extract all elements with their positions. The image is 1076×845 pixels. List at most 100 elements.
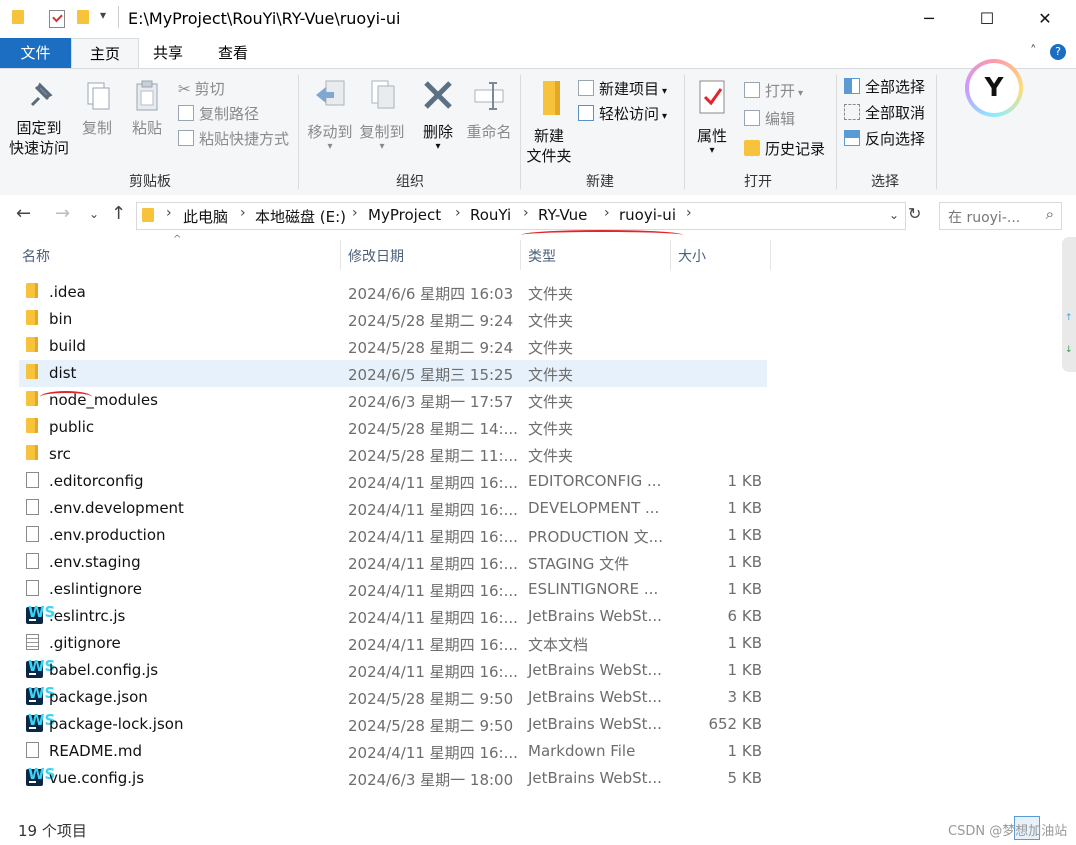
column-name[interactable]: 名称	[22, 246, 50, 266]
tab-view[interactable]: 查看	[199, 38, 267, 68]
history-button[interactable]: 历史记录	[744, 137, 825, 161]
breadcrumb-rouyi[interactable]: RouYi	[470, 206, 511, 224]
tab-share[interactable]: 共享	[137, 38, 199, 68]
move-to-icon	[316, 80, 345, 106]
scroll-up-icon[interactable]: ↑	[1065, 313, 1073, 323]
breadcrumb-ruoyi-ui[interactable]: ruoyi-ui	[619, 206, 676, 224]
file-icon	[26, 580, 39, 596]
chevron-right-icon[interactable]: ›	[604, 205, 610, 221]
address-history-chevron-icon[interactable]: ⌄	[889, 208, 899, 222]
scroll-down-icon[interactable]: ↓	[1065, 345, 1073, 355]
file-row[interactable]: WS babel.config.js 2024/4/11 星期四 16:... Jet…	[19, 657, 767, 684]
edit-button[interactable]: 编辑	[744, 107, 795, 131]
file-date: 2024/5/28 星期二 9:50	[348, 717, 514, 735]
select-none-button[interactable]: 全部取消	[844, 101, 925, 125]
file-row[interactable]: .gitignore 2024/4/11 星期四 16:... 文本文档 1 KB	[19, 630, 767, 657]
paste-shortcut-button[interactable]: 粘贴快捷方式	[178, 127, 289, 151]
move-to-button[interactable]: 移动到 ▾	[304, 77, 356, 152]
open-button[interactable]: 打开 ▾	[744, 79, 803, 103]
minimize-button[interactable]: ─	[900, 0, 958, 38]
file-row[interactable]: WS vue.config.js 2024/6/3 星期一 18:00 JetBrai…	[19, 765, 767, 792]
file-row[interactable]: .env.staging 2024/4/11 星期四 16:... STAGING …	[19, 549, 767, 576]
file-type: JetBrains WebSt...	[528, 715, 662, 733]
file-row[interactable]: .env.development 2024/4/11 星期四 16:... DEVE…	[19, 495, 767, 522]
help-icon[interactable]: ?	[1050, 44, 1066, 60]
select-all-label: 全部选择	[865, 78, 926, 96]
customize-toolbar-icon[interactable]: ▾	[100, 8, 106, 22]
folder-icon	[26, 364, 38, 379]
column-size[interactable]: 大小	[678, 246, 706, 266]
paste-button[interactable]: 粘贴	[126, 79, 168, 138]
maximize-button[interactable]: ☐	[958, 0, 1016, 38]
file-row[interactable]: WS package-lock.json 2024/5/28 星期二 9:50 Jet…	[19, 711, 767, 738]
file-row[interactable]: WS .eslintrc.js 2024/4/11 星期四 16:... JetBra…	[19, 603, 767, 630]
chevron-right-icon[interactable]: ›	[523, 205, 529, 221]
tab-home[interactable]: 主页	[71, 38, 139, 70]
delete-button[interactable]: 删除 ▾	[416, 77, 460, 152]
breadcrumb-myproject[interactable]: MyProject	[368, 206, 441, 224]
collapse-ribbon-icon[interactable]: ˄	[1030, 44, 1037, 59]
new-folder-button[interactable]: 新建 文件夹	[524, 77, 574, 166]
column-divider[interactable]	[340, 240, 341, 270]
properties-quick-icon[interactable]	[49, 10, 65, 28]
chevron-right-icon[interactable]: ›	[352, 205, 358, 221]
edit-icon	[744, 110, 760, 126]
file-size: 3 KB	[727, 688, 762, 706]
invert-selection-button[interactable]: 反向选择	[844, 127, 925, 151]
address-bar[interactable]	[136, 202, 906, 230]
new-item-icon	[578, 80, 594, 96]
copy-button[interactable]: 复制	[76, 79, 118, 138]
easy-access-button[interactable]: 轻松访问 ▾	[578, 102, 667, 126]
column-divider[interactable]	[520, 240, 521, 270]
dropdown-arrow-icon: ▾	[379, 141, 385, 152]
breadcrumb-this-pc[interactable]: 此电脑	[183, 206, 228, 227]
chevron-right-icon[interactable]: ›	[166, 205, 172, 221]
up-arrow-icon[interactable]: ↑	[111, 203, 126, 224]
file-row[interactable]: .eslintignore 2024/4/11 星期四 16:... ESLINTI…	[19, 576, 767, 603]
new-item-button[interactable]: 新建项目 ▾	[578, 77, 667, 101]
copy-path-button[interactable]: 复制路径	[178, 102, 259, 126]
chevron-right-icon[interactable]: ›	[240, 205, 246, 221]
recent-locations-chevron-icon[interactable]: ⌄	[89, 207, 99, 221]
forward-arrow-icon[interactable]: →	[55, 203, 70, 224]
chevron-right-icon[interactable]: ›	[686, 205, 692, 221]
folder-icon	[26, 418, 38, 433]
file-row[interactable]: src 2024/5/28 星期二 11:... 文件夹	[19, 441, 767, 468]
column-divider[interactable]	[670, 240, 671, 270]
search-placeholder: 在 ruoyi-...	[948, 210, 1021, 226]
file-type: STAGING 文件	[528, 555, 630, 573]
vertical-scrollbar[interactable]: ↑ ↓	[1062, 237, 1076, 372]
new-folder-quick-icon[interactable]	[77, 10, 89, 24]
webstorm-icon: WS	[26, 659, 55, 678]
file-row[interactable]: dist 2024/6/5 星期三 15:25 文件夹	[19, 360, 767, 387]
select-all-button[interactable]: 全部选择	[844, 75, 925, 99]
refresh-icon[interactable]: ↻	[908, 204, 921, 223]
tab-file[interactable]: 文件	[0, 38, 71, 68]
file-row[interactable]: .editorconfig 2024/4/11 星期四 16:... EDITORC…	[19, 468, 767, 495]
column-date-modified[interactable]: 修改日期	[348, 246, 404, 266]
folder-icon	[26, 283, 38, 298]
copy-to-button[interactable]: 复制到 ▾	[356, 77, 408, 152]
file-row[interactable]: .env.production 2024/4/11 星期四 16:... PRODU…	[19, 522, 767, 549]
chevron-right-icon[interactable]: ›	[455, 205, 461, 221]
dropdown-arrow-icon: ▾	[709, 145, 715, 156]
file-row[interactable]: .idea 2024/6/6 星期四 16:03 文件夹	[19, 279, 767, 306]
column-divider[interactable]	[770, 240, 771, 270]
annotation-underline-path	[521, 230, 683, 240]
file-row[interactable]: build 2024/5/28 星期二 9:24 文件夹	[19, 333, 767, 360]
close-button[interactable]: ✕	[1016, 0, 1074, 38]
column-type[interactable]: 类型	[528, 246, 556, 266]
file-row[interactable]: bin 2024/5/28 星期二 9:24 文件夹	[19, 306, 767, 333]
file-row[interactable]: README.md 2024/4/11 星期四 16:... Markdown Fi…	[19, 738, 767, 765]
file-row[interactable]: node_modules 2024/6/3 星期一 17:57 文件夹	[19, 387, 767, 414]
file-row[interactable]: WS package.json 2024/5/28 星期二 9:50 JetBrain…	[19, 684, 767, 711]
search-input[interactable]: 在 ruoyi-... ⌕	[939, 202, 1062, 230]
pin-quick-access-button[interactable]: 固定到 快速访问	[8, 79, 70, 158]
breadcrumb-drive-e[interactable]: 本地磁盘 (E:)	[255, 206, 346, 227]
rename-button[interactable]: 重命名	[462, 77, 516, 142]
back-arrow-icon[interactable]: ←	[16, 203, 31, 224]
cut-button[interactable]: ✂ 剪切	[178, 77, 225, 101]
properties-button[interactable]: 属性 ▾	[690, 77, 734, 156]
breadcrumb-ry-vue[interactable]: RY-Vue	[538, 206, 587, 224]
file-row[interactable]: public 2024/5/28 星期二 14:... 文件夹	[19, 414, 767, 441]
